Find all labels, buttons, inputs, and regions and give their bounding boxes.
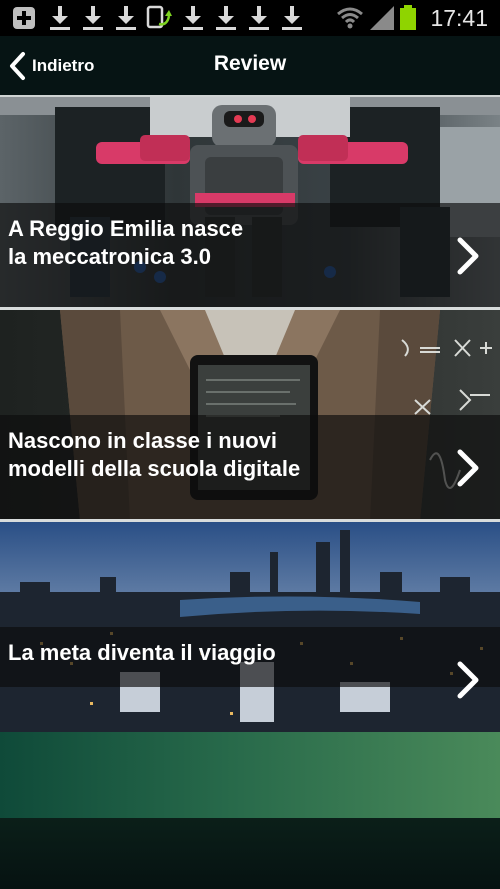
- signal-icon: [370, 6, 394, 30]
- download-icon: [183, 6, 203, 30]
- screen-rotate-icon: [146, 5, 172, 29]
- article-card-robot[interactable]: A Reggio Emilia nasce la meccatronica 3.…: [0, 97, 500, 307]
- article-title: A Reggio Emilia nasce la meccatronica 3.…: [8, 216, 244, 269]
- article-card-travel[interactable]: La meta diventa il viaggio: [0, 522, 500, 732]
- download-icon: [116, 6, 136, 30]
- bottom-background: [0, 818, 500, 889]
- bottom-banner: [0, 732, 500, 818]
- article-card-digital-school[interactable]: Nascono in classe i nuovi modelli della …: [0, 310, 500, 520]
- status-time: 17:41: [430, 5, 488, 31]
- wifi-icon: [337, 7, 363, 29]
- chevron-right-icon: [457, 449, 479, 487]
- download-icon: [50, 6, 70, 30]
- download-icon: [83, 6, 103, 30]
- back-button-label: Indietro: [32, 56, 95, 75]
- article-title: Nascono in classe i nuovi modelli della …: [8, 428, 301, 481]
- download-icon: [216, 6, 236, 30]
- download-icon: [282, 6, 302, 30]
- chevron-left-icon: [10, 52, 25, 80]
- download-icon: [249, 6, 269, 30]
- article-title: La meta diventa il viaggio: [8, 640, 276, 665]
- add-box-icon: [13, 7, 35, 29]
- battery-icon: [400, 5, 416, 30]
- chevron-right-icon: [457, 661, 479, 699]
- status-bar: 17:41: [0, 0, 500, 36]
- back-button[interactable]: Indietro: [8, 50, 94, 82]
- chevron-right-icon: [457, 237, 479, 275]
- app-header: Indietro Review: [0, 36, 500, 95]
